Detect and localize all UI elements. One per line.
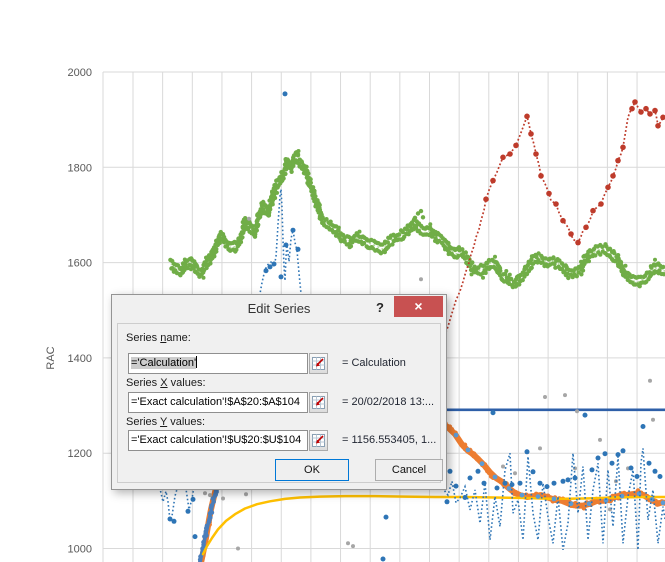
range-picker-icon [312,434,325,447]
series-x-label: Series X values: [126,377,206,389]
series-y-input[interactable]: ='Exact calculation'!$U$20:$U$104 [128,430,308,451]
svg-text:1200: 1200 [68,448,92,460]
range-picker-icon [312,357,325,370]
series-name-preview: = Calculation [342,357,406,369]
series-name-input[interactable]: ='Calculation' [128,353,308,374]
series-x-range-picker-button[interactable] [309,392,328,413]
series-x-input[interactable]: ='Exact calculation'!$A$20:$A$104 [128,392,308,413]
series-name-range-picker-button[interactable] [309,353,328,374]
svg-text:1800: 1800 [68,162,92,174]
svg-text:2000: 2000 [68,67,92,79]
edit-series-dialog: Edit Series ? × Series name: ='Calculati… [111,294,447,490]
y-axis-title: RAC [45,346,57,369]
ok-button[interactable]: OK [275,459,349,481]
svg-text:1600: 1600 [68,258,92,270]
dialog-content-frame: Series name: ='Calculation' = Calculatio… [117,323,443,483]
cancel-button[interactable]: Cancel [375,459,443,481]
range-picker-icon [312,396,325,409]
series-y-preview: = 1156.553405, 1... [342,434,437,446]
y-axis-labels: 1000 1200 1400 1600 1800 2000 RAC [45,67,92,556]
svg-text:1400: 1400 [68,353,92,365]
dialog-titlebar[interactable]: Edit Series ? × [112,295,446,321]
series-y-range-picker-button[interactable] [309,430,328,451]
text-caret [196,356,198,368]
series-x-preview: = 20/02/2018 13:... [342,396,435,408]
series-y-label: Series Y values: [126,416,206,428]
svg-text:1000: 1000 [68,544,92,556]
series-name-label: Series name: [126,332,191,344]
gold-curve [201,494,665,556]
red-dotted-markers [442,99,665,341]
close-icon[interactable]: × [394,296,443,317]
help-icon[interactable]: ? [371,298,389,317]
